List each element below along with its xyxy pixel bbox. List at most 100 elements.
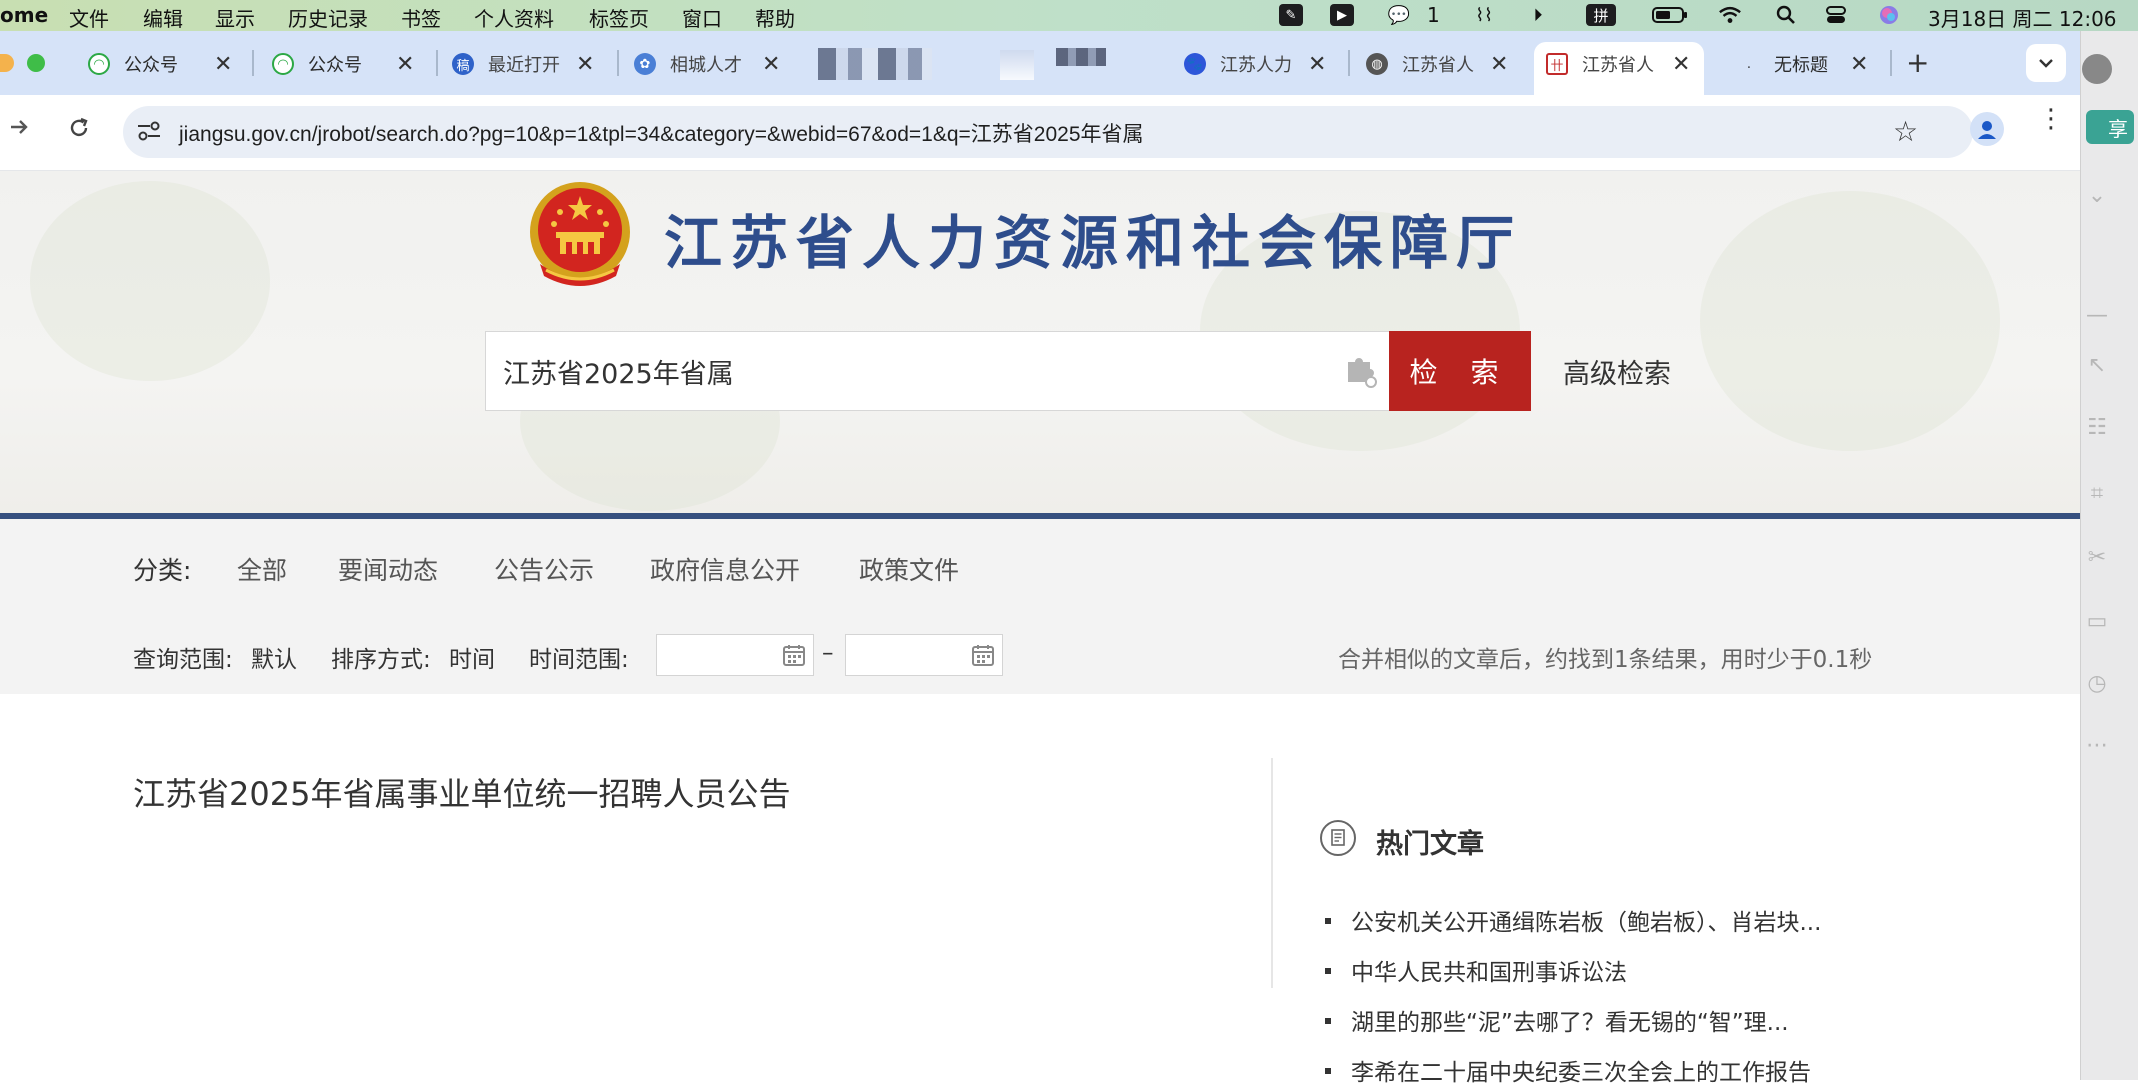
battery-icon[interactable] xyxy=(1650,4,1690,26)
hot-article-item[interactable]: 中华人民共和国刑事诉讼法 xyxy=(1325,953,1627,987)
hot-article-item[interactable]: 李希在二十届中央纪委三次全会上的工作报告 xyxy=(1325,1053,1811,1087)
airpods-icon[interactable]: ⌇⌇ xyxy=(1472,4,1496,26)
column-divider xyxy=(1271,758,1273,988)
menu-help[interactable]: 帮助 xyxy=(755,3,795,32)
side-expand-icon[interactable]: ⌄ xyxy=(2082,180,2112,210)
tab-separator xyxy=(1348,50,1350,76)
tab-title: 公众号 xyxy=(124,55,178,76)
tab-untitled[interactable]: . 无标题 ✕ xyxy=(1738,45,1869,83)
menu-tabs[interactable]: 标签页 xyxy=(589,3,649,32)
tab-close-icon[interactable]: ✕ xyxy=(576,52,594,77)
scope-value[interactable]: 默认 xyxy=(251,640,297,674)
wifi-icon[interactable] xyxy=(1718,4,1742,26)
advanced-search-link[interactable]: 高级检索 xyxy=(1563,352,1671,391)
tab-blurred-1[interactable] xyxy=(818,48,932,80)
calendar-icon[interactable] xyxy=(782,643,806,671)
side-minus-icon[interactable]: — xyxy=(2082,300,2112,330)
tab-wechat-mp-2[interactable]: ◠ 公众号 ✕ xyxy=(272,45,414,83)
tab-close-icon[interactable]: ✕ xyxy=(214,52,232,77)
script-app-icon[interactable]: ✎ xyxy=(1279,4,1303,26)
forward-icon[interactable] xyxy=(8,116,30,142)
tab-separator xyxy=(617,50,619,76)
tab-title: 相城人才 xyxy=(670,55,742,76)
side-cursor-icon[interactable]: ↖ xyxy=(2082,350,2112,380)
tab-close-icon[interactable]: ✕ xyxy=(762,52,780,77)
tab-close-icon[interactable]: ✕ xyxy=(1672,52,1690,77)
profile-avatar-icon[interactable] xyxy=(1970,112,2004,146)
hot-article-link[interactable]: 公安机关公开通缉陈岩板（鲍岩板）、肖岩块... xyxy=(1351,910,1821,936)
window-zoom-button[interactable] xyxy=(27,54,45,72)
tab-jiangsu-province-1[interactable]: ◍ 江苏省人 ✕ xyxy=(1366,45,1508,83)
search-input[interactable]: 江苏省2025年省属 xyxy=(503,352,734,391)
tab-title: 公众号 xyxy=(308,55,362,76)
side-crop-icon[interactable]: ⌗ xyxy=(2082,478,2112,508)
tab-jiangsu-province-active[interactable]: 卄 江苏省人 ✕ xyxy=(1546,45,1690,83)
play-circle-icon[interactable]: ⏵ xyxy=(1526,4,1550,26)
side-more-icon[interactable]: ⋯ xyxy=(2082,730,2112,760)
baidu-icon: 🐾 xyxy=(1184,53,1206,75)
globe-icon: ◍ xyxy=(1366,53,1388,75)
search-button[interactable]: 检 索 xyxy=(1389,331,1531,411)
tab-title: 江苏人力 xyxy=(1220,55,1292,76)
menu-edit[interactable]: 编辑 xyxy=(143,3,183,32)
tab-close-icon[interactable]: ✕ xyxy=(1850,52,1868,77)
site-settings-icon[interactable] xyxy=(136,119,162,147)
hot-article-link[interactable]: 中华人民共和国刑事诉讼法 xyxy=(1351,960,1627,986)
hot-article-item[interactable]: 公安机关公开通缉陈岩板（鲍岩板）、肖岩块... xyxy=(1325,903,1821,937)
sort-value[interactable]: 时间 xyxy=(449,640,495,674)
reload-icon[interactable] xyxy=(67,116,91,144)
control-center-icon[interactable] xyxy=(1824,4,1848,26)
browser-menu-icon[interactable]: ⋮ xyxy=(2038,106,2064,132)
side-image-icon[interactable]: ▭ xyxy=(2082,606,2112,636)
input-method-icon[interactable]: 拼 xyxy=(1586,4,1616,26)
menubar-app-name[interactable]: ome xyxy=(0,3,48,27)
capcut-icon[interactable]: ▶ xyxy=(1330,4,1354,26)
tab-blurred-3[interactable] xyxy=(1056,48,1106,66)
bookmark-star-icon[interactable]: ☆ xyxy=(1893,115,1918,148)
side-avatar-icon[interactable] xyxy=(2082,54,2112,84)
menu-view[interactable]: 显示 xyxy=(215,3,255,32)
tab-blurred-2[interactable] xyxy=(1000,50,1034,80)
window-minimize-button[interactable] xyxy=(0,54,14,72)
wechat-icon[interactable]: 💬 xyxy=(1382,4,1416,26)
tab-close-icon[interactable]: ✕ xyxy=(396,52,414,77)
hot-article-item[interactable]: 湖里的那些“泥”去哪了？看无锡的“智”理... xyxy=(1325,1003,1789,1037)
calendar-icon[interactable] xyxy=(971,643,995,671)
category-gov-info[interactable]: 政府信息公开 xyxy=(650,551,800,587)
xiangcheng-icon: ✿ xyxy=(634,53,656,75)
side-tools-icon[interactable]: ✂ xyxy=(2082,542,2112,572)
tab-close-icon[interactable]: ✕ xyxy=(1308,52,1326,77)
side-history-icon[interactable]: ◷ xyxy=(2082,668,2112,698)
extension-puzzle-icon[interactable] xyxy=(1344,352,1377,388)
url-text[interactable]: jiangsu.gov.cn/jrobot/search.do?pg=10&p=… xyxy=(179,118,1144,148)
siri-icon[interactable] xyxy=(1877,4,1901,26)
menu-bookmarks[interactable]: 书签 xyxy=(401,3,441,32)
category-announcements[interactable]: 公告公示 xyxy=(494,551,594,587)
tab-recent-docs[interactable]: 稿 最近打开 ✕ xyxy=(452,45,594,83)
category-label: 分类: xyxy=(133,556,192,585)
category-all[interactable]: 全部 xyxy=(237,551,287,587)
hot-article-link[interactable]: 李希在二十届中央纪委三次全会上的工作报告 xyxy=(1351,1060,1811,1086)
menu-history[interactable]: 历史记录 xyxy=(288,3,368,32)
menubar-clock[interactable]: 3月18日 周二 12:06 xyxy=(1928,3,2117,32)
category-policy[interactable]: 政策文件 xyxy=(859,551,959,587)
tab-wechat-mp-1[interactable]: ◠ 公众号 ✕ xyxy=(88,45,232,83)
tab-title: 最近打开 xyxy=(488,55,560,76)
tab-xiangcheng-talent[interactable]: ✿ 相城人才 ✕ xyxy=(634,45,780,83)
menu-profile[interactable]: 个人资料 xyxy=(474,3,554,32)
hot-article-link[interactable]: 湖里的那些“泥”去哪了？看无锡的“智”理... xyxy=(1351,1010,1789,1036)
menu-window[interactable]: 窗口 xyxy=(682,3,722,32)
result-link[interactable]: 江苏省2025年省属事业单位统一招聘人员公告 xyxy=(133,769,790,815)
scope-label: 查询范围: xyxy=(133,647,233,673)
side-share-button[interactable]: 享 xyxy=(2086,110,2134,144)
side-sliders-icon[interactable]: ☷ xyxy=(2082,412,2112,442)
spotlight-search-icon[interactable] xyxy=(1774,4,1798,26)
decor-flower xyxy=(1700,191,2000,451)
menu-file[interactable]: 文件 xyxy=(69,3,109,32)
tab-search-button[interactable] xyxy=(2026,44,2066,82)
new-tab-icon[interactable]: + xyxy=(1906,46,1929,79)
national-emblem-icon xyxy=(526,178,634,294)
tab-baidu-jiangsu-hr[interactable]: 🐾 江苏人力 ✕ xyxy=(1184,45,1326,83)
tab-close-icon[interactable]: ✕ xyxy=(1490,52,1508,77)
category-news[interactable]: 要闻动态 xyxy=(338,551,438,587)
